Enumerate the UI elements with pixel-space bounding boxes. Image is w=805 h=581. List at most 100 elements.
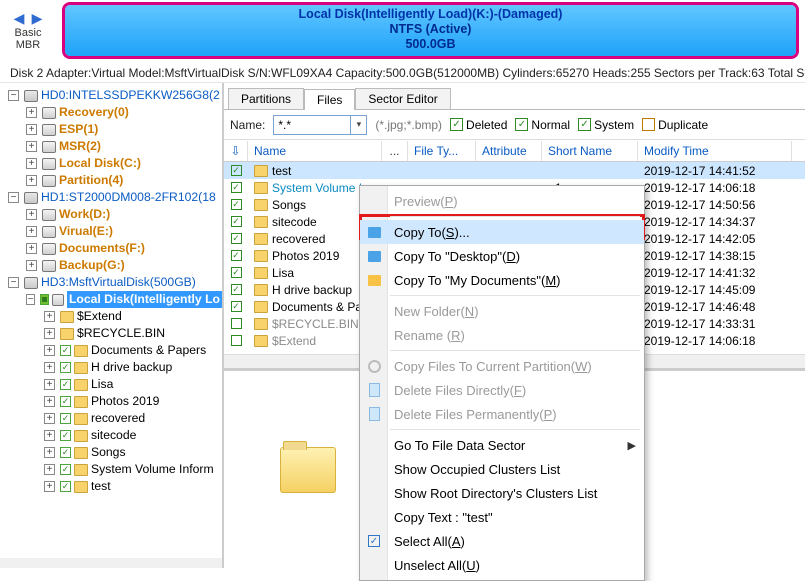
expander-icon[interactable]: + bbox=[44, 362, 55, 373]
tree-item[interactable]: +Songs bbox=[4, 444, 222, 461]
expander-icon[interactable]: + bbox=[44, 328, 55, 339]
expander-icon[interactable]: − bbox=[26, 294, 35, 305]
partition-bar[interactable]: Local Disk(Intelligently Load)(K:)-(Dama… bbox=[62, 2, 799, 59]
menu-show-occupied[interactable]: Show Occupied Clusters List bbox=[360, 457, 644, 481]
row-checkbox[interactable] bbox=[231, 199, 242, 210]
tree-checkbox[interactable] bbox=[60, 447, 71, 458]
expander-icon[interactable]: − bbox=[8, 192, 19, 203]
menu-copy-to-desktop[interactable]: Copy To "Desktop"(D) bbox=[360, 244, 644, 268]
tree-item[interactable]: +sitecode bbox=[4, 427, 222, 444]
chk-normal[interactable] bbox=[515, 118, 528, 131]
tree-checkbox[interactable] bbox=[60, 481, 71, 492]
expander-icon[interactable]: + bbox=[44, 464, 55, 475]
table-row[interactable]: test2019-12-17 14:41:52 bbox=[224, 162, 805, 179]
expander-icon[interactable]: + bbox=[44, 311, 55, 322]
menu-delete-directly[interactable]: Delete Files Directly(F) bbox=[360, 378, 644, 402]
row-checkbox[interactable] bbox=[231, 216, 242, 227]
row-checkbox[interactable] bbox=[231, 250, 242, 261]
hdr-shortname[interactable]: Short Name bbox=[542, 141, 638, 161]
expander-icon[interactable]: + bbox=[26, 124, 37, 135]
tree-item[interactable]: +Photos 2019 bbox=[4, 393, 222, 410]
tree-checkbox[interactable] bbox=[60, 396, 71, 407]
tree-item[interactable]: +ESP(1) bbox=[4, 121, 222, 138]
tab-files[interactable]: Files bbox=[304, 89, 355, 110]
expander-icon[interactable]: + bbox=[26, 175, 37, 186]
row-checkbox[interactable] bbox=[231, 267, 242, 278]
row-checkbox[interactable] bbox=[231, 233, 242, 244]
tree-checkbox[interactable] bbox=[60, 413, 71, 424]
expander-icon[interactable]: + bbox=[26, 243, 37, 254]
hdr-dots[interactable]: ... bbox=[382, 141, 408, 161]
row-checkbox[interactable] bbox=[231, 182, 242, 193]
row-checkbox[interactable] bbox=[231, 301, 242, 312]
tree-checkbox[interactable] bbox=[60, 430, 71, 441]
tree-item[interactable]: +$RECYCLE.BIN bbox=[4, 325, 222, 342]
tab-sector-editor[interactable]: Sector Editor bbox=[355, 88, 450, 109]
expander-icon[interactable]: + bbox=[44, 345, 55, 356]
chk-deleted[interactable] bbox=[450, 118, 463, 131]
tree-checkbox[interactable] bbox=[60, 464, 71, 475]
row-checkbox[interactable] bbox=[231, 318, 242, 329]
tree-item[interactable]: −HD1:ST2000DM008-2FR102(18 bbox=[4, 189, 222, 206]
expander-icon[interactable]: + bbox=[26, 158, 37, 169]
tree-item[interactable]: +recovered bbox=[4, 410, 222, 427]
tree-checkbox[interactable] bbox=[40, 294, 49, 305]
menu-preview[interactable]: Preview(P) bbox=[360, 189, 644, 213]
menu-unselect-all[interactable]: Unselect All(U) bbox=[360, 553, 644, 577]
expander-icon[interactable]: + bbox=[44, 447, 55, 458]
row-checkbox[interactable] bbox=[231, 335, 242, 346]
tree-item[interactable]: +$Extend bbox=[4, 308, 222, 325]
menu-copy-to-current[interactable]: Copy Files To Current Partition(W) bbox=[360, 354, 644, 378]
tree-checkbox[interactable] bbox=[60, 379, 71, 390]
tree-item[interactable]: +Local Disk(C:) bbox=[4, 155, 222, 172]
back-arrow-icon[interactable]: ◀ bbox=[12, 10, 26, 26]
tree-item[interactable]: +Documents(F:) bbox=[4, 240, 222, 257]
tree-checkbox[interactable] bbox=[60, 345, 71, 356]
expander-icon[interactable]: + bbox=[26, 226, 37, 237]
expander-icon[interactable]: − bbox=[8, 277, 19, 288]
expander-icon[interactable]: + bbox=[26, 260, 37, 271]
hdr-name[interactable]: Name bbox=[248, 141, 382, 161]
tree-item[interactable]: +H drive backup bbox=[4, 359, 222, 376]
tree-item[interactable]: −Local Disk(Intelligently Lo bbox=[4, 291, 222, 308]
hdr-modifytime[interactable]: Modify Time bbox=[638, 141, 792, 161]
menu-select-all[interactable]: Select All(A) bbox=[360, 529, 644, 553]
menu-show-root-clusters[interactable]: Show Root Directory's Clusters List bbox=[360, 481, 644, 505]
tree-item[interactable]: +Recovery(0) bbox=[4, 104, 222, 121]
tab-partitions[interactable]: Partitions bbox=[228, 88, 304, 109]
pattern-input[interactable] bbox=[273, 115, 351, 135]
chk-duplicate[interactable] bbox=[642, 118, 655, 131]
expander-icon[interactable]: + bbox=[44, 413, 55, 424]
tree-checkbox[interactable] bbox=[60, 362, 71, 373]
menu-copy-text[interactable]: Copy Text : "test" bbox=[360, 505, 644, 529]
chk-system[interactable] bbox=[578, 118, 591, 131]
menu-new-folder[interactable]: New Folder(N) bbox=[360, 299, 644, 323]
hdr-filetype[interactable]: File Ty... bbox=[408, 141, 476, 161]
menu-delete-permanently[interactable]: Delete Files Permanently(P) bbox=[360, 402, 644, 426]
row-checkbox[interactable] bbox=[231, 284, 242, 295]
tree-item[interactable]: −HD0:INTELSSDPEKKW256G8(2 bbox=[4, 87, 222, 104]
tree-item[interactable]: +Backup(G:) bbox=[4, 257, 222, 274]
tree-item[interactable]: −HD3:MsftVirtualDisk(500GB) bbox=[4, 274, 222, 291]
expander-icon[interactable]: + bbox=[26, 141, 37, 152]
tree-item[interactable]: +Partition(4) bbox=[4, 172, 222, 189]
hdr-attribute[interactable]: Attribute bbox=[476, 141, 542, 161]
tree-item[interactable]: +Work(D:) bbox=[4, 206, 222, 223]
menu-goto-sector[interactable]: Go To File Data Sector▶ bbox=[360, 433, 644, 457]
expander-icon[interactable]: + bbox=[26, 209, 37, 220]
hdr-checkbox-icon[interactable]: ⇩ bbox=[224, 141, 248, 161]
menu-rename[interactable]: Rename (R) bbox=[360, 323, 644, 347]
tree-item[interactable]: +Documents & Papers bbox=[4, 342, 222, 359]
tree-item[interactable]: +test bbox=[4, 478, 222, 495]
expander-icon[interactable]: + bbox=[44, 396, 55, 407]
expander-icon[interactable]: − bbox=[8, 90, 19, 101]
forward-arrow-icon[interactable]: ▶ bbox=[30, 10, 44, 26]
expander-icon[interactable]: + bbox=[44, 481, 55, 492]
tree-item[interactable]: +Virual(E:) bbox=[4, 223, 222, 240]
expander-icon[interactable]: + bbox=[44, 379, 55, 390]
tree-item[interactable]: +System Volume Inform bbox=[4, 461, 222, 478]
pattern-dropdown-icon[interactable]: ▾ bbox=[351, 115, 367, 135]
expander-icon[interactable]: + bbox=[26, 107, 37, 118]
menu-copy-to-documents[interactable]: Copy To "My Documents"(M) bbox=[360, 268, 644, 292]
tree-item[interactable]: +MSR(2) bbox=[4, 138, 222, 155]
